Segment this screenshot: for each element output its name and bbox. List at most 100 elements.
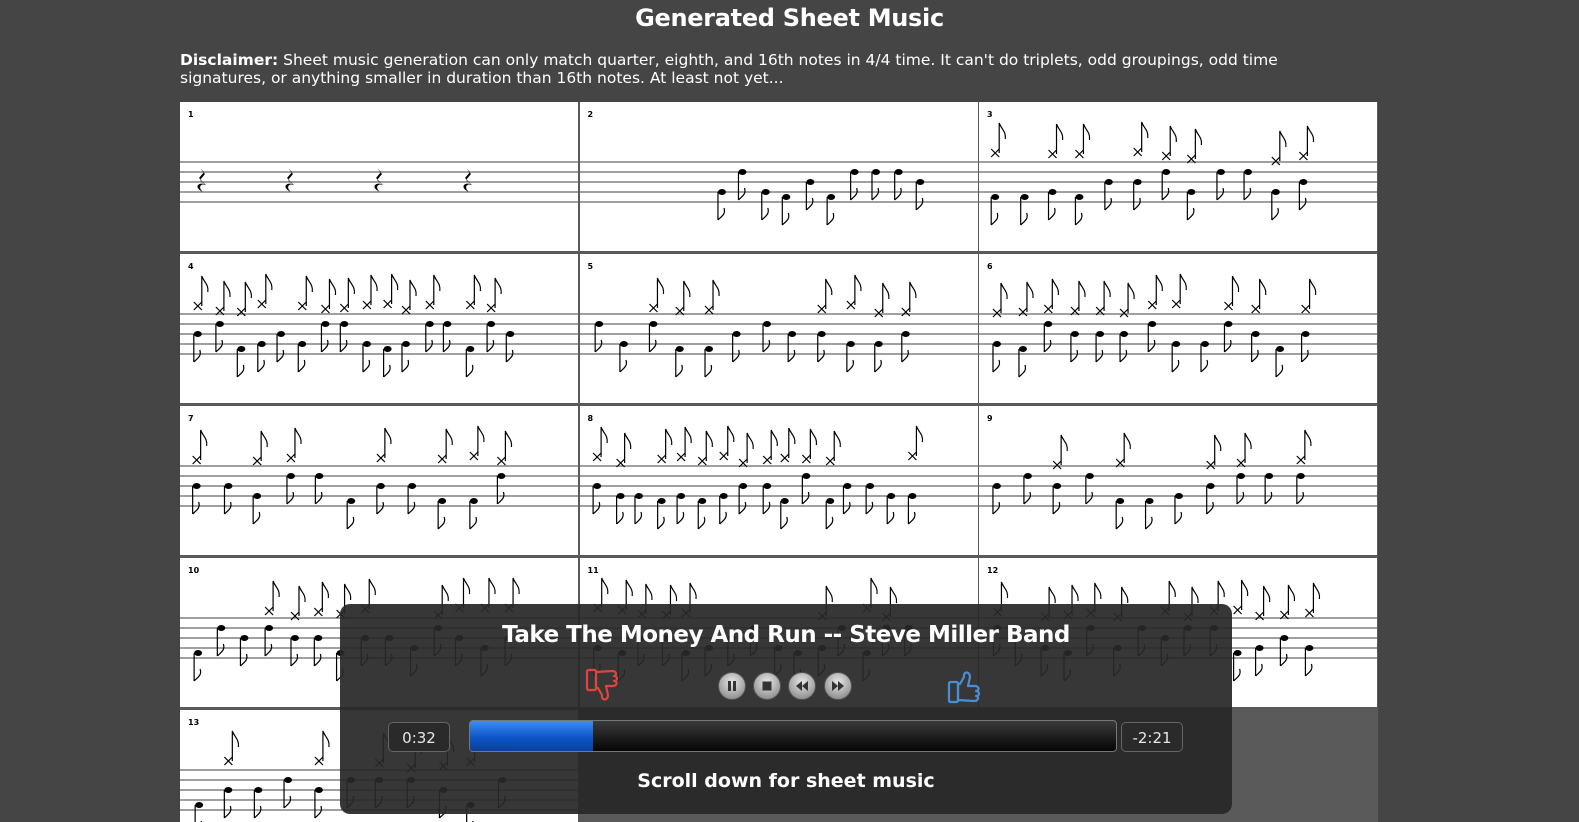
note-head: [1174, 493, 1183, 499]
note-stem: [1254, 648, 1263, 677]
note-stem: [1144, 501, 1153, 530]
hihat-mark: [845, 300, 855, 310]
staff: [979, 121, 1377, 226]
hihat-mark: [1171, 299, 1181, 309]
note-stem: [384, 427, 392, 458]
hihat-mark: [592, 452, 602, 462]
hihat-mark: [297, 301, 307, 311]
note-head: [846, 341, 855, 347]
thumbs-up-button[interactable]: [946, 666, 986, 706]
note-stem: [1115, 501, 1124, 530]
note-stem: [442, 324, 451, 353]
rewind-button[interactable]: [788, 672, 816, 700]
note-head: [443, 321, 452, 327]
note-stem: [915, 182, 923, 211]
note-head: [886, 493, 895, 499]
note-head: [408, 483, 417, 489]
hihat-mark: [676, 452, 686, 462]
note-stem: [675, 496, 684, 525]
page-title: Generated Sheet Music: [635, 4, 944, 32]
note-head: [192, 483, 201, 489]
note-stem: [825, 501, 833, 530]
note-head: [383, 346, 392, 352]
note-head: [1044, 321, 1053, 327]
note-head: [805, 179, 814, 185]
progress-fill: [470, 721, 593, 751]
note-stem: [193, 653, 202, 682]
note-head: [340, 321, 349, 327]
note-stem: [362, 344, 371, 373]
hihat-mark: [1298, 151, 1308, 161]
note-head: [1145, 498, 1154, 504]
hihat-mark: [1251, 304, 1261, 314]
note-stem: [313, 638, 322, 667]
fast-forward-button[interactable]: [824, 672, 852, 700]
measure: 1: [180, 102, 578, 251]
hihat-mark: [801, 454, 811, 464]
note-stem: [407, 486, 416, 515]
note-stem: [849, 172, 858, 201]
note-stem: [290, 638, 299, 667]
note-head: [315, 473, 324, 479]
note-stem: [1304, 429, 1312, 460]
note-stem: [383, 349, 391, 378]
note-stem: [873, 344, 882, 373]
note-stem: [1296, 476, 1304, 505]
note-stem: [718, 496, 727, 525]
note-head: [298, 341, 307, 347]
note-stem: [1179, 273, 1187, 304]
note-head: [286, 473, 295, 479]
stop-button[interactable]: [753, 672, 781, 700]
note-head: [992, 483, 1001, 489]
note-stem: [504, 430, 513, 461]
note-stem: [1262, 585, 1271, 616]
note-stem: [1233, 653, 1241, 682]
hihat-mark: [425, 300, 435, 310]
note-stem: [496, 476, 505, 505]
hihat-mark: [264, 606, 274, 616]
hihat-mark: [1206, 460, 1216, 470]
note-stem: [656, 277, 664, 308]
note-stem: [1259, 278, 1267, 309]
note-stem: [731, 334, 740, 363]
note-stem: [1023, 476, 1032, 505]
note-stem: [1304, 648, 1313, 677]
hihat-mark: [1075, 149, 1084, 159]
note-stem: [1174, 496, 1183, 525]
note-stem: [1070, 334, 1078, 363]
note-stem: [1103, 280, 1111, 311]
note-stem: [1051, 278, 1060, 309]
note-head: [991, 194, 1000, 200]
note-head: [425, 321, 434, 327]
note-head: [253, 493, 262, 499]
staff: [579, 425, 978, 530]
progress-bar[interactable]: [469, 720, 1117, 752]
note-stem: [703, 349, 712, 378]
note-head: [284, 777, 293, 783]
hihat-mark: [1133, 147, 1143, 157]
note-stem: [1312, 582, 1321, 613]
note-stem: [244, 281, 253, 312]
note-stem: [305, 275, 313, 306]
note-head: [1116, 498, 1125, 504]
note-head: [762, 483, 771, 489]
hihat-mark: [697, 456, 707, 466]
note-stem: [761, 324, 770, 353]
hihat-mark: [1018, 307, 1028, 317]
note-stem: [1095, 334, 1104, 363]
note-head: [1085, 473, 1094, 479]
disclaimer: Disclaimer: Sheet music generation can o…: [180, 51, 1360, 87]
note-stem: [648, 324, 657, 353]
pause-button[interactable]: [718, 672, 746, 700]
thumbs-down-icon: [585, 668, 619, 701]
note-head: [466, 346, 475, 352]
note-head: [676, 493, 685, 499]
hihat-mark: [496, 456, 506, 466]
note-head: [362, 341, 371, 347]
note-stem: [1074, 197, 1083, 226]
note-stem: [328, 278, 337, 309]
note-head: [738, 483, 747, 489]
thumbs-down-button[interactable]: [584, 666, 624, 706]
note-head: [1053, 483, 1062, 489]
note-head: [1020, 194, 1029, 200]
